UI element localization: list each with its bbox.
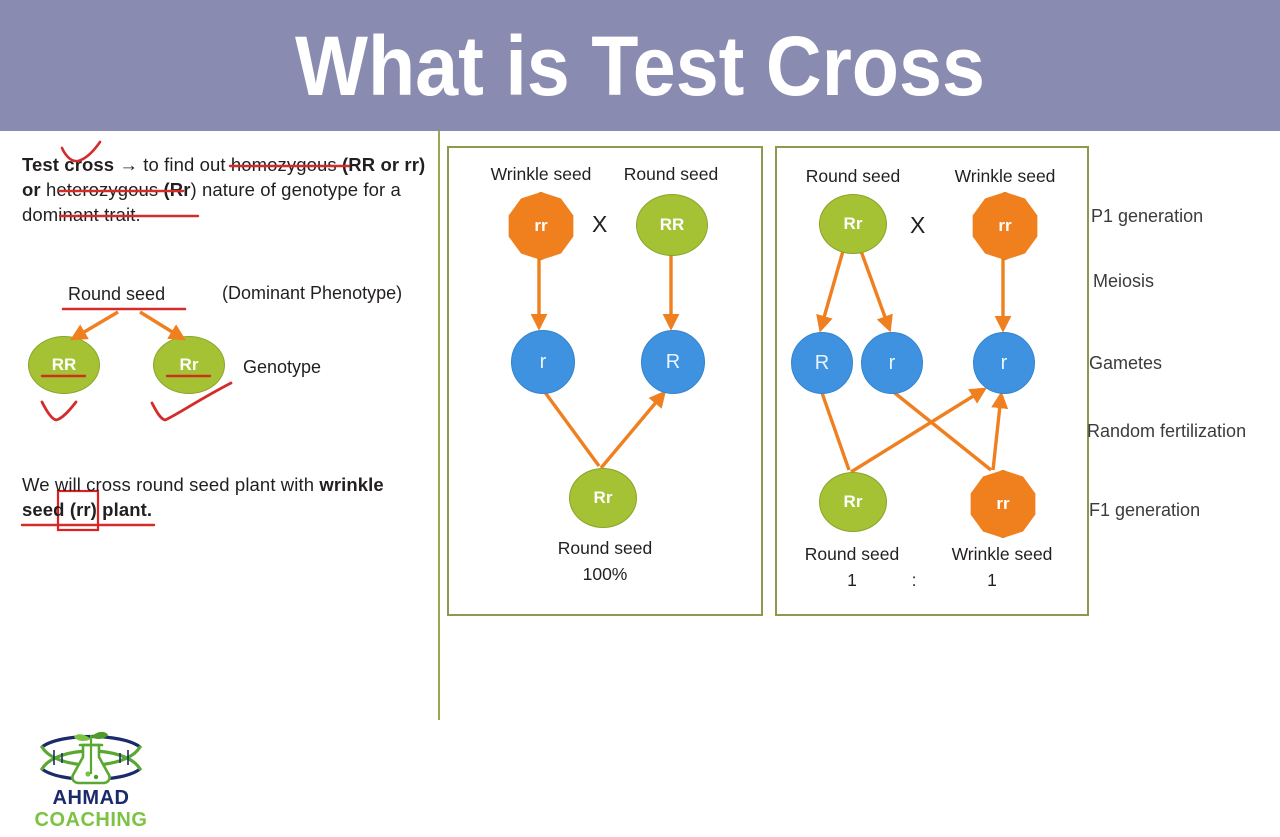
definition-paragraph: Test cross → to find out homozygous (RR … (22, 152, 428, 227)
monohybrid-parent-rr-circle: RR (636, 194, 708, 256)
title-banner: What is Test Cross (0, 0, 1280, 131)
monohybrid-cross-symbol: X (592, 211, 608, 237)
monohybrid-result-percent: 100% (582, 564, 628, 584)
testcross-cross-symbol: X (910, 212, 926, 238)
definition-bold-rr-or-rr: RR or rr (348, 154, 419, 175)
monohybrid-gamete-r: r (511, 330, 575, 394)
testcross-gamete-r-right: r (973, 332, 1035, 394)
testcross-ratio-separator: : (911, 570, 917, 590)
stage-label-gametes: Gametes (1089, 353, 1163, 373)
testcross-parent-1-label: Round seed (805, 166, 901, 186)
logo-text-ahmad: AHMAD (52, 787, 130, 809)
monohybrid-result-label: Round seed (557, 538, 653, 558)
cross-statement-part-1: We will cross round seed plant with (22, 474, 320, 495)
stage-label-p1-generation: P1 generation (1091, 206, 1204, 226)
definition-body-5: ) nature of genotype for a (190, 179, 401, 200)
cross-statement-boxed-rr: (rr) (69, 499, 97, 520)
stage-label-random-fertilization: Random fertilization (1087, 421, 1247, 441)
testcross-offspring-rr-round: Rr (819, 472, 887, 532)
testcross-parent-2-label: Wrinkle seed (954, 166, 1056, 186)
cross-statement-paragraph: We will cross round seed plant with wrin… (22, 472, 422, 522)
definition-underline-heterozygous: heterozygous (45, 179, 159, 200)
monohybrid-gamete-R: R (641, 330, 705, 394)
panel-test-cross: Round seed Wrinkle seed Rr X rr R r r Rr… (775, 146, 1089, 616)
page-title: What is Test Cross (295, 18, 985, 113)
genotype-label: Genotype (243, 357, 322, 377)
testcross-ratio-1: 1 (847, 570, 857, 590)
testcross-gamete-R: R (791, 332, 853, 394)
cross-statement-bold-plant: plant (96, 499, 147, 520)
definition-body-6: . (135, 204, 141, 225)
definition-body-2: ( (336, 154, 349, 175)
definition-bold-rr: Rr (169, 179, 191, 200)
stage-label-meiosis: Meiosis (1093, 271, 1155, 291)
monohybrid-parent-2-label: Round seed (623, 164, 719, 184)
definition-body-4: ( (158, 179, 170, 200)
definition-underline-homozygous: homozygous (230, 154, 337, 175)
round-seed-label: Round seed (68, 284, 166, 304)
definition-lead: Test cross (22, 154, 115, 175)
definition-body-1: → to find out (114, 154, 231, 175)
panel-monohybrid-cross: Wrinkle seed Round seed rr X RR r R Rr R… (447, 146, 763, 616)
stage-label-f1-generation: F1 generation (1089, 500, 1201, 520)
left-explanation-column: Test cross → to find out homozygous (RR … (0, 131, 440, 831)
testcross-offspring-1-label: Round seed (804, 544, 900, 564)
cross-statement-end: . (146, 499, 153, 520)
logo-text-coaching: COACHING (34, 809, 148, 831)
brand-logo: AHMAD COACHING (26, 729, 156, 837)
genotype-oval-rr-homozygous: RR (28, 336, 100, 394)
dominant-phenotype-label: (Dominant Phenotype) (222, 283, 403, 303)
monohybrid-parent-1-label: Wrinkle seed (490, 164, 592, 184)
monohybrid-offspring-rr: Rr (569, 468, 637, 528)
genotype-oval-rr-heterozygous: Rr (153, 336, 225, 394)
testcross-ratio-2: 1 (987, 570, 997, 590)
testcross-gamete-r-left: r (861, 332, 923, 394)
column-divider (438, 131, 440, 720)
definition-underline-dominant-trait: dominant trait (22, 204, 136, 225)
testcross-parent-rr-circle: Rr (819, 194, 887, 254)
dna-flask-plant-icon (40, 731, 142, 785)
testcross-offspring-2-label: Wrinkle seed (951, 544, 1053, 564)
